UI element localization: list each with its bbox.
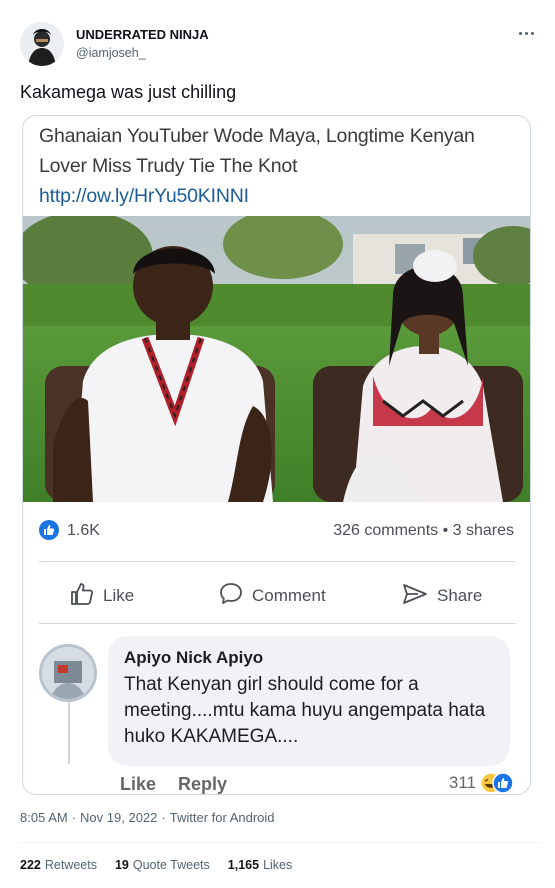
fb-comment-label: Comment [252,586,326,605]
comment-bubble-icon [218,581,244,612]
user-handle[interactable]: @iamjoseh_ [76,46,146,60]
divider [39,561,516,562]
fb-share-button[interactable]: Share [401,582,482,610]
comment-text: That Kenyan girl should come for a meeti… [124,674,486,747]
like-reaction-icon [39,520,59,540]
comments-shares-count[interactable]: 326 comments • 3 shares [333,522,514,540]
fb-actions-row: Like Comment Share [23,576,530,616]
commenter-name[interactable]: Apiyo Nick Apiyo [124,648,494,668]
fb-like-button[interactable]: Like [69,582,134,610]
fb-share-label: Share [437,586,483,605]
comment-bubble: Apiyo Nick Apiyo That Kenyan girl should… [108,636,510,766]
divider [20,842,540,843]
fb-headline: Ghanaian YouTuber Wode Maya, Longtime Ke… [39,125,475,177]
comment-reactions[interactable]: 311 [449,772,514,794]
like-count[interactable]: 1.6K [67,522,100,540]
comment-like-button[interactable]: Like [120,774,156,794]
tweet-stats: 222 Retweets 19 Quote Tweets 1,165 Likes [20,858,292,872]
tweet-meta: 8:05 AM · Nov 19, 2022 · Twitter for Android [20,810,275,825]
retweets-stat[interactable]: 222 Retweets [20,858,97,872]
tweet-time[interactable]: 8:05 AM [20,810,68,825]
fb-link[interactable]: http://ow.ly/HrYu50KINNI [39,181,519,211]
thumbs-up-icon [69,581,95,612]
fb-comment: Apiyo Nick Apiyo That Kenyan girl should… [23,636,530,794]
user-name[interactable]: UNDERRATED NINJA [76,27,209,42]
tweet-header: UNDERRATED NINJA @iamjoseh_ [20,22,540,66]
comment-actions: Like Reply [120,774,227,794]
fb-like-label: Like [103,586,135,605]
thread-line [68,696,70,764]
comment-reaction-count: 311 [448,773,476,792]
share-arrow-icon [401,581,429,612]
couple-photo [23,216,530,502]
embedded-image-card[interactable]: Ghanaian YouTuber Wode Maya, Longtime Ke… [22,115,531,795]
likes-stat[interactable]: 1,165 Likes [228,858,292,872]
fb-post-text: Ghanaian YouTuber Wode Maya, Longtime Ke… [39,121,519,211]
tweet-source[interactable]: Twitter for Android [170,810,275,825]
fb-comment-button[interactable]: Comment [218,582,326,610]
quote-tweets-stat[interactable]: 19 Quote Tweets [115,858,210,872]
more-options-icon[interactable] [516,26,536,40]
tweet-text: Kakamega was just chilling [20,82,237,102]
comment-reply-button[interactable]: Reply [178,774,227,794]
commenter-avatar[interactable] [39,644,97,702]
reactions-row: 1.6K 326 comments • 3 shares [23,516,530,546]
user-avatar[interactable] [20,22,64,66]
tweet-date[interactable]: Nov 19, 2022 [80,810,157,825]
haha-like-reaction-icon [480,772,514,794]
divider [39,623,516,624]
